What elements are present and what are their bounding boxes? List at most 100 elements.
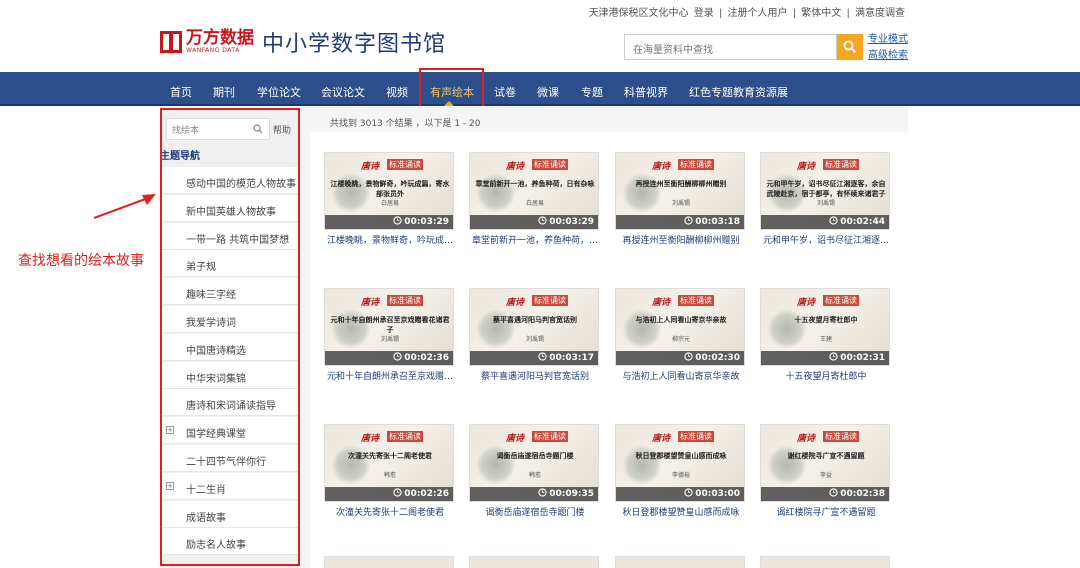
- advanced-search-link[interactable]: 高级检索: [868, 48, 908, 64]
- thumb-brand-tag: 标准诵读: [678, 159, 714, 170]
- nav-journals[interactable]: 期刊: [213, 84, 235, 100]
- thumb-poem-title: 次潼关先寄张十二阁老使君: [348, 452, 432, 460]
- sidebar-item[interactable]: 唐诗和宋词诵读指导: [162, 389, 300, 417]
- nav-topics[interactable]: 专题: [581, 84, 603, 100]
- thumb-author: 白居易: [380, 200, 399, 207]
- sidebar-item[interactable]: + 国学经典课堂: [162, 417, 300, 445]
- sidebar-item[interactable]: 感动中国的模范人物故事: [162, 167, 300, 194]
- site-title: 中小学数字图书馆: [262, 32, 447, 57]
- duration: 00:03:29: [393, 216, 449, 228]
- thumb-author: 韩愈: [528, 472, 541, 479]
- thumb-brand-tag: 标准诵读: [532, 295, 568, 306]
- sidebar-item-label: 趣味三字经: [186, 290, 236, 302]
- card-caption[interactable]: 蔡平喜遇河阳马判官宽话别: [465, 369, 605, 382]
- sidebar-item[interactable]: + 十二生肖: [162, 472, 300, 500]
- card-caption[interactable]: 秋日登郡楼望赞皇山感而成咏: [611, 505, 751, 518]
- video-thumbnail[interactable]: 唐诗 标准诵读 元和甲午岁，诏书尽征江湘逐客，余自武陵赴京，宿于都亭，有怀续来诸君子…: [760, 152, 890, 230]
- thumb-partial[interactable]: [615, 556, 745, 568]
- top-link-register[interactable]: 注册个人用户: [727, 8, 789, 19]
- nav-science[interactable]: 科普视界: [624, 84, 668, 100]
- duration: 00:02:30: [684, 352, 740, 364]
- thumb-partial[interactable]: [760, 556, 890, 568]
- video-thumbnail[interactable]: 唐诗 标准诵读 章堂前新开一池，养鱼种荷，日有杂咏 白居易 00:03:29: [469, 152, 599, 230]
- thumb-author: 刘禹锡: [380, 336, 399, 343]
- card-caption[interactable]: 元和甲午岁，诏书尽征江湘逐…: [756, 233, 896, 246]
- thumb-author: 刘禹锡: [525, 336, 544, 343]
- search-input[interactable]: 在海量资料中查找: [624, 34, 837, 60]
- video-thumbnail[interactable]: 唐诗 标准诵读 谒衡岳庙遂宿岳寺题门楼 韩愈 00:09:35: [469, 424, 599, 502]
- expand-icon[interactable]: +: [166, 426, 174, 435]
- help-link[interactable]: 帮助: [273, 123, 291, 136]
- thumb-poem-title: 与浩初上人同看山寄京华亲故: [635, 316, 727, 324]
- nav-video[interactable]: 视频: [386, 84, 408, 100]
- top-link-traditional[interactable]: 繁体中文: [800, 8, 842, 19]
- duration-text: 00:02:30: [695, 353, 740, 363]
- video-thumbnail[interactable]: 唐诗 标准诵读 秋日登郡楼望赞皇山感而成咏 李德裕 00:03:00: [615, 424, 745, 502]
- sidebar-item[interactable]: 一带一路 共筑中国梦想: [162, 222, 300, 250]
- video-thumbnail[interactable]: 唐诗 标准诵读 江楼晚眺，景物鲜奇，吟玩成篇，寄水部张员外 白居易 00:03:29: [324, 152, 454, 230]
- thumb-partial[interactable]: [324, 556, 454, 568]
- sidebar-item-label: 十二生肖: [186, 484, 226, 496]
- thumb-brand-script: 唐诗: [797, 298, 816, 308]
- thumb-brand-tag: 标准诵读: [387, 295, 423, 306]
- thumb-brand-script: 唐诗: [797, 434, 816, 444]
- nav-microclass[interactable]: 微课: [537, 84, 559, 100]
- thumb-brand-script: 唐诗: [797, 162, 816, 172]
- pro-mode-link[interactable]: 专业模式: [868, 32, 908, 48]
- thumb-brand-script: 唐诗: [506, 298, 525, 308]
- thumb-brand-script: 唐诗: [361, 434, 380, 444]
- search-button[interactable]: [837, 34, 863, 60]
- thumb-brand-tag: 标准诵读: [678, 295, 714, 306]
- sidebar-item[interactable]: 趣味三字经: [162, 278, 300, 306]
- expand-icon[interactable]: +: [166, 481, 174, 490]
- video-thumbnail[interactable]: 唐诗 标准诵读 十五夜望月寄杜郎中 王建 00:02:31: [760, 288, 890, 366]
- clock-icon: [538, 216, 549, 228]
- thumb-brand-script: 唐诗: [652, 162, 671, 172]
- search-icon[interactable]: [253, 124, 263, 134]
- sidebar-item[interactable]: 二十四节气伴你行: [162, 445, 300, 472]
- thumb-brand-script: 唐诗: [361, 162, 380, 172]
- nav-conference[interactable]: 会议论文: [321, 84, 365, 100]
- thumb-author: 刘禹锡: [671, 200, 690, 207]
- duration: 00:03:29: [538, 216, 594, 228]
- sidebar-item[interactable]: 我爱学诗词: [162, 306, 300, 333]
- card-caption[interactable]: 谒衡岳庙遂宿岳寺题门楼: [465, 505, 605, 518]
- nav-theses[interactable]: 学位论文: [257, 84, 301, 100]
- sidebar-item[interactable]: 新中国英雄人物故事: [162, 194, 300, 222]
- card-caption[interactable]: 章堂前新开一池，养鱼种荷，…: [465, 233, 605, 246]
- sidebar-item-label: 弟子规: [186, 262, 216, 274]
- video-thumbnail[interactable]: 唐诗 标准诵读 蔡平喜遇河阳马判官宽话别 刘禹锡 00:03:17: [469, 288, 599, 366]
- nav-red-education[interactable]: 红色专题教育资源展: [689, 84, 788, 100]
- nav-exam-papers[interactable]: 试卷: [494, 84, 516, 100]
- video-thumbnail[interactable]: 唐诗 标准诵读 谢红楼院寻广宣不遇留题 李益 00:02:38: [760, 424, 890, 502]
- annotation-text: 查找想看的绘本故事: [18, 253, 144, 269]
- thumb-brand-tag: 标准诵读: [532, 431, 568, 442]
- card-caption[interactable]: 与浩初上人同看山寄京华亲故: [611, 369, 751, 382]
- thumb-author: 韩愈: [383, 472, 396, 479]
- thumb-partial[interactable]: [469, 556, 599, 568]
- nav-home[interactable]: 首页: [170, 84, 192, 100]
- video-thumbnail[interactable]: 唐诗 标准诵读 再授连州至衡阳酬柳柳州赠别 刘禹锡 00:03:18: [615, 152, 745, 230]
- sidebar-item-label: 感动中国的模范人物故事: [186, 179, 296, 190]
- sidebar-item[interactable]: 励志名人故事: [162, 528, 300, 556]
- card-caption[interactable]: 次潼关先寄张十二阁老使君: [320, 505, 460, 518]
- card-caption[interactable]: 江楼晚眺，景物鲜奇，吟玩成…: [320, 233, 460, 246]
- card-caption[interactable]: 谒红楼院寻广宣不遇留题: [756, 505, 896, 518]
- divider: |: [846, 8, 850, 19]
- duration-text: 00:09:35: [549, 489, 594, 499]
- sidebar-item[interactable]: 中华宋词集锦: [162, 361, 300, 389]
- top-link-login[interactable]: 登录: [693, 8, 715, 19]
- sidebar-item[interactable]: 中国唐诗精选: [162, 333, 300, 361]
- card-caption[interactable]: 元和十年自朗州承召至京戏赠…: [320, 369, 460, 382]
- duration-text: 00:02:36: [404, 353, 449, 363]
- site-logo[interactable]: 万方数据 WANFANG DATA 中小学数字图书馆: [160, 26, 446, 58]
- thumb-poem-title: 谢红楼院寻广宣不遇留题: [787, 452, 865, 460]
- video-thumbnail[interactable]: 唐诗 标准诵读 次潼关先寄张十二阁老使君 韩愈 00:02:26: [324, 424, 454, 502]
- top-link-survey[interactable]: 满意度调查: [854, 8, 906, 19]
- video-thumbnail[interactable]: 唐诗 标准诵读 与浩初上人同看山寄京华亲故 柳宗元 00:02:30: [615, 288, 745, 366]
- sidebar-item[interactable]: 成语故事: [162, 500, 300, 528]
- card-caption[interactable]: 十五夜望月寄杜郎中: [756, 369, 896, 382]
- sidebar-item[interactable]: 弟子规: [162, 250, 300, 278]
- video-thumbnail[interactable]: 唐诗 标准诵读 元和十年自朗州承召至京戏赠看花诸君子 刘禹锡 00:02:36: [324, 288, 454, 366]
- card-caption[interactable]: 再授连州至衡阳酬柳柳州赠别: [611, 233, 751, 246]
